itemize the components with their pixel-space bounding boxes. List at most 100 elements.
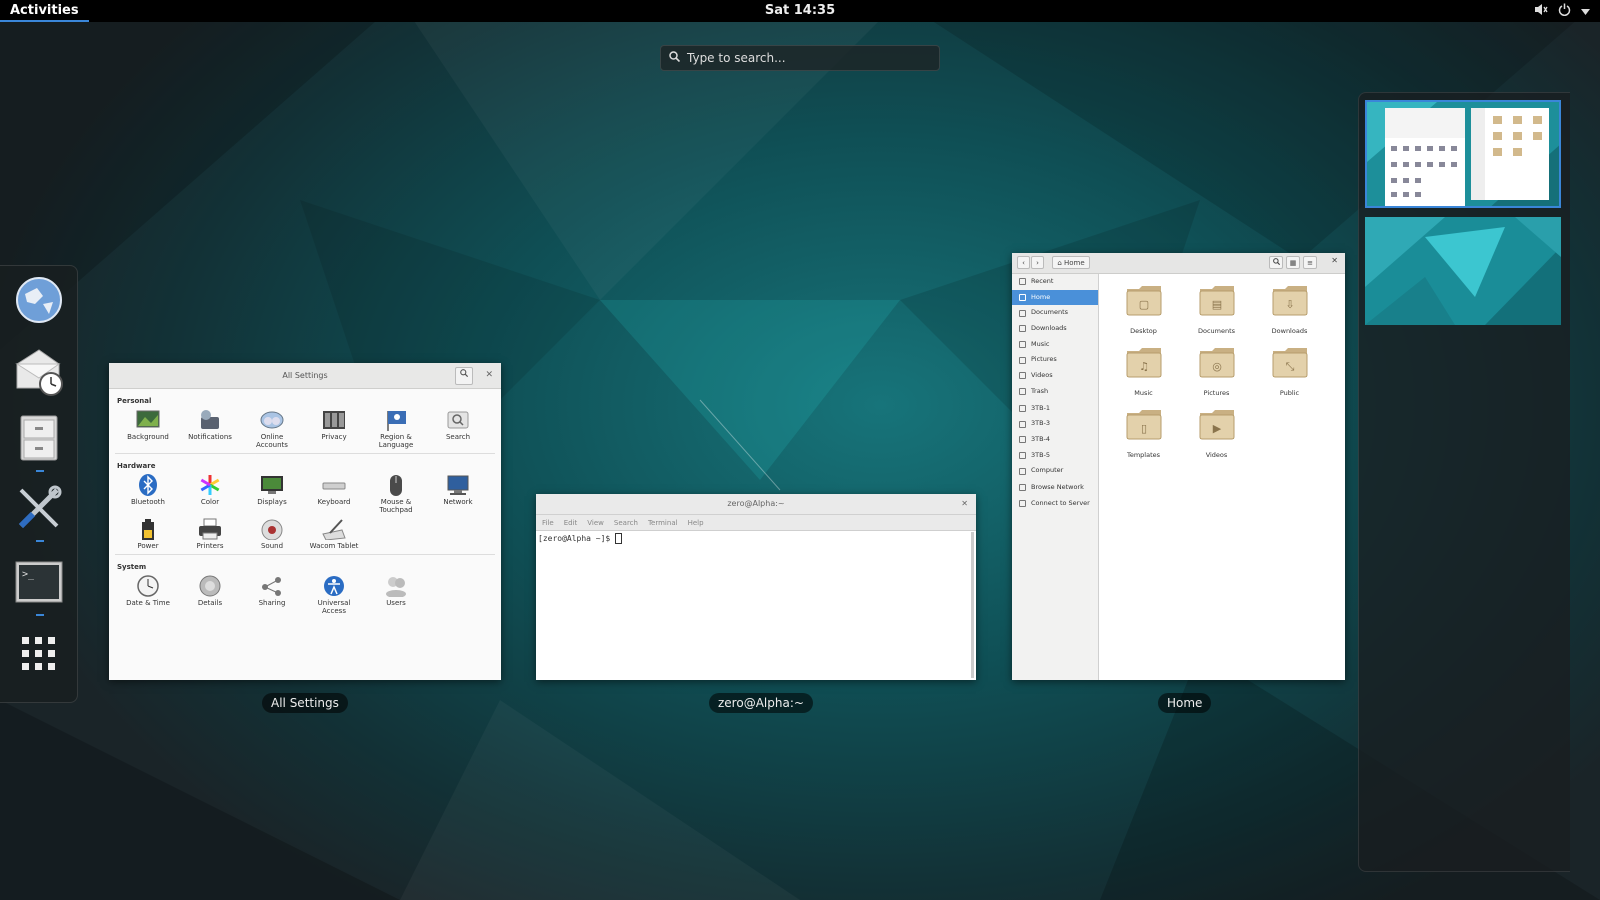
- folder-music[interactable]: ♫ Music: [1107, 341, 1180, 397]
- sidebar-item-recent[interactable]: Recent: [1012, 274, 1098, 290]
- workspace-1[interactable]: [1365, 100, 1561, 208]
- folder-desktop[interactable]: ▢ Desktop: [1107, 279, 1180, 335]
- search-button[interactable]: [1269, 256, 1283, 269]
- setting-sound[interactable]: Sound: [241, 518, 303, 550]
- window-caption-terminal: zero@Alpha:~: [709, 693, 813, 713]
- sidebar-item-3tb-5[interactable]: 3TB-5: [1012, 448, 1098, 464]
- forward-button[interactable]: ›: [1031, 256, 1044, 269]
- volume-muted-icon[interactable]: [1534, 3, 1548, 20]
- menu-search[interactable]: Search: [614, 519, 638, 527]
- window-title: zero@Alpha:~: [727, 499, 785, 508]
- folder-templates[interactable]: ▯ Templates: [1107, 403, 1180, 459]
- sidebar-item-browse-network[interactable]: Browse Network: [1012, 479, 1098, 496]
- menu-view[interactable]: View: [587, 519, 604, 527]
- setting-color[interactable]: Color: [179, 474, 241, 514]
- folder-pictures[interactable]: ◎ Pictures: [1180, 341, 1253, 397]
- folder-icon: ♫: [1126, 348, 1161, 378]
- menu-terminal[interactable]: Terminal: [648, 519, 678, 527]
- search-input[interactable]: Type to search...: [660, 45, 940, 71]
- network-icon: [1019, 484, 1026, 492]
- sidebar-item-label: 3TB-4: [1031, 434, 1051, 443]
- setting-region[interactable]: Region & Language: [365, 409, 427, 449]
- window-caption-settings: All Settings: [262, 693, 348, 713]
- back-button[interactable]: ‹: [1017, 256, 1030, 269]
- power-icon[interactable]: [1558, 3, 1571, 20]
- menu-file[interactable]: File: [542, 519, 554, 527]
- setting-details[interactable]: Details: [179, 575, 241, 615]
- download-icon: [1019, 325, 1026, 333]
- path-home-button[interactable]: ⌂ Home: [1052, 256, 1090, 269]
- setting-bluetooth[interactable]: Bluetooth: [117, 474, 179, 514]
- setting-users[interactable]: Users: [365, 575, 427, 615]
- folder-documents[interactable]: ▤ Documents: [1180, 279, 1253, 335]
- show-applications-button[interactable]: [13, 628, 65, 680]
- terminal-output[interactable]: [zero@Alpha ~]$: [536, 531, 976, 546]
- terminal-window[interactable]: zero@Alpha:~ ✕ File Edit View Search Ter…: [536, 494, 976, 680]
- setting-printers[interactable]: Printers: [179, 518, 241, 550]
- setting-privacy[interactable]: Privacy: [303, 409, 365, 449]
- sidebar-item-music[interactable]: Music: [1012, 337, 1098, 353]
- sidebar-item-connect-to-server[interactable]: Connect to Server: [1012, 496, 1098, 512]
- view-grid-button[interactable]: ▦: [1286, 256, 1300, 269]
- clock[interactable]: Sat 14:35: [0, 0, 1600, 22]
- folder-label: Public: [1279, 389, 1300, 397]
- folder-videos[interactable]: ▶ Videos: [1180, 403, 1253, 459]
- folder-label: Downloads: [1271, 327, 1308, 335]
- setting-sharing[interactable]: Sharing: [241, 575, 303, 615]
- settings-window[interactable]: All Settings ✕ Personal Background Notif…: [109, 363, 501, 680]
- sidebar-item-3tb-4[interactable]: 3TB-4: [1012, 432, 1098, 448]
- sidebar-item-pictures[interactable]: Pictures: [1012, 352, 1098, 368]
- dash: >_: [0, 265, 78, 703]
- chevron-down-icon[interactable]: [1581, 4, 1590, 19]
- folder-label: Documents: [1197, 327, 1236, 335]
- scrollbar[interactable]: [971, 532, 974, 678]
- sidebar-item-3tb-3[interactable]: 3TB-3: [1012, 416, 1098, 432]
- sidebar-item-home[interactable]: Home: [1012, 289, 1098, 306]
- window-title: All Settings: [282, 371, 328, 380]
- close-icon[interactable]: ✕: [1331, 256, 1338, 265]
- folder-glyph: ▯: [1140, 422, 1146, 435]
- setting-notifications[interactable]: Notifications: [179, 409, 241, 449]
- menu-edit[interactable]: Edit: [564, 519, 578, 527]
- sidebar-item-3tb-1[interactable]: 3TB-1: [1012, 400, 1098, 417]
- folder-public[interactable]: ⤡ Public: [1253, 341, 1326, 397]
- folder-downloads[interactable]: ⇩ Downloads: [1253, 279, 1326, 335]
- hardware-row-1: Bluetooth Color Displays Keyboard Mouse …: [117, 470, 501, 514]
- setting-background[interactable]: Background: [117, 409, 179, 449]
- dash-tools[interactable]: [13, 482, 65, 542]
- setting-online-accounts[interactable]: Online Accounts: [241, 409, 303, 449]
- setting-keyboard[interactable]: Keyboard: [303, 474, 365, 514]
- accessibility-icon: [324, 576, 344, 596]
- sidebar-item-computer[interactable]: Computer: [1012, 463, 1098, 479]
- workspace-2[interactable]: [1365, 217, 1561, 325]
- setting-universal-access[interactable]: Universal Access: [303, 575, 365, 615]
- dash-mail-clock[interactable]: [13, 344, 65, 396]
- setting-search[interactable]: Search: [427, 409, 489, 449]
- folder-icon: ▯: [1126, 410, 1161, 440]
- sidebar-item-videos[interactable]: Videos: [1012, 368, 1098, 384]
- sidebar-item-trash[interactable]: Trash: [1012, 384, 1098, 400]
- menu-button[interactable]: ≡: [1303, 256, 1317, 269]
- files-window[interactable]: ‹ › ⌂ Home ▦ ≡ ✕ Recent Home Documents Down…: [1012, 253, 1345, 680]
- menu-help[interactable]: Help: [688, 519, 704, 527]
- search-button[interactable]: [455, 367, 473, 385]
- online-accounts-icon: [260, 411, 284, 429]
- close-icon[interactable]: ✕: [961, 494, 968, 514]
- sidebar-item-downloads[interactable]: Downloads: [1012, 321, 1098, 337]
- files-grid: ▢ Desktop ▤ Documents ⇩ Downloads ♫ Music ◎ Pictu…: [1107, 279, 1326, 459]
- dash-files[interactable]: [13, 412, 65, 472]
- setting-displays[interactable]: Displays: [241, 474, 303, 514]
- dash-web-browser[interactable]: [13, 274, 65, 326]
- setting-wacom[interactable]: Wacom Tablet: [303, 518, 365, 550]
- setting-date-time[interactable]: Date & Time: [117, 575, 179, 615]
- system-tray[interactable]: [1534, 0, 1590, 22]
- setting-power[interactable]: Power: [117, 518, 179, 550]
- folder-label: Videos: [1205, 451, 1228, 459]
- setting-mouse[interactable]: Mouse & Touchpad: [365, 474, 427, 514]
- server-icon: [1019, 499, 1026, 507]
- bluetooth-icon: [139, 474, 157, 496]
- dash-terminal[interactable]: >_: [13, 556, 65, 616]
- setting-network[interactable]: Network: [427, 474, 489, 514]
- close-icon[interactable]: ✕: [485, 363, 493, 388]
- sidebar-item-documents[interactable]: Documents: [1012, 305, 1098, 321]
